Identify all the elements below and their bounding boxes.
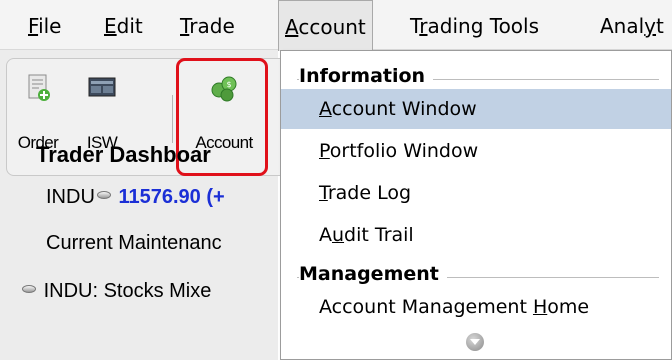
menu-account[interactable]: Account [278, 0, 373, 51]
account-menu-dropdown: Information Account Window Portfolio Win… [280, 50, 672, 360]
menu-item-account-management-home[interactable]: Account Management Home [281, 287, 671, 327]
maintenance-label: Current Maintenanc [46, 232, 222, 254]
menu-trade[interactable]: Trade [180, 0, 235, 50]
trader-dashboard [0, 184, 278, 360]
menu-item-audit-trail[interactable]: Audit Trail [281, 215, 671, 255]
order-icon [28, 74, 50, 101]
menu-bar: File Edit Trade Account Trading Tools An… [0, 0, 672, 51]
toolbar-separator [172, 95, 173, 143]
group-information: Information [281, 55, 671, 93]
quote-diamond-icon [96, 190, 111, 199]
menu-item-portfolio-window[interactable]: Portfolio Window [281, 131, 671, 171]
menu-file[interactable]: File [28, 0, 61, 50]
scroll-down-icon[interactable] [466, 333, 484, 351]
dashboard-title: Trader Dashboar [36, 142, 211, 167]
menu-item-trade-log[interactable]: Trade Log [281, 173, 671, 213]
news-diamond-icon [22, 284, 36, 293]
menu-edit[interactable]: Edit [104, 0, 143, 50]
menu-analytics[interactable]: Analyt [600, 0, 664, 50]
index-value: 11576.90 (+ [118, 186, 225, 208]
news-headline[interactable]: INDU: Stocks Mixe [20, 280, 211, 303]
menu-trading-tools[interactable]: Trading Tools [410, 0, 539, 50]
group-management: Management [281, 253, 671, 291]
isw-icon [88, 77, 116, 97]
menu-item-account-window[interactable]: Account Window [281, 89, 671, 129]
index-quote[interactable]: INDU 11576.90 (+ [46, 186, 225, 209]
